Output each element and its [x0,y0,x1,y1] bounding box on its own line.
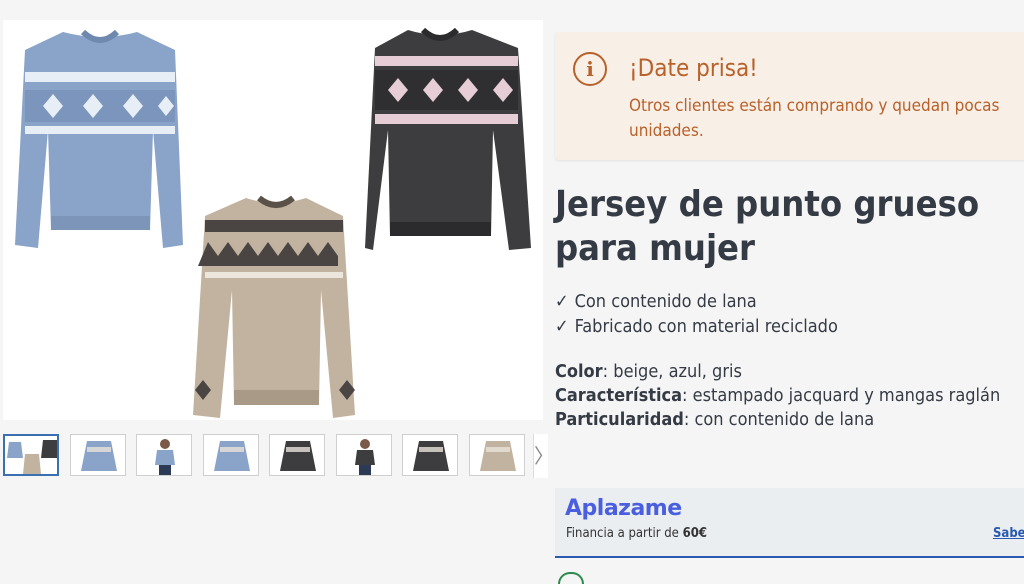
info-icon: i [573,52,607,86]
alert-text: Otros clientes están comprando y quedan … [629,96,1000,141]
spec-label: Característica [555,385,683,406]
spec-value: estampado jacquard y mangas raglán [692,385,1001,406]
thumb-group[interactable] [3,434,59,476]
learn-more-link[interactable]: Saber [993,526,1024,541]
thumb-blue-sweater[interactable] [69,434,126,476]
spec-particularity: Particularidad: con contenido de lana [555,409,875,430]
leaf-icon [558,572,584,584]
financing-amount: 60€ [682,526,707,541]
blue-sweater-image [15,29,183,248]
stock-alert: i ¡Date prisa! Otros clientes están comp… [555,32,1024,160]
feature-text: Fabricado con material reciclado [574,316,838,337]
thumb-blue-sweater-2[interactable] [202,434,259,476]
thumbnail-strip [3,434,543,478]
next-thumbnails-button[interactable]: 〉 [533,434,554,478]
spec-feature: Característica: estampado jacquard y man… [555,385,1001,406]
spec-color: Color: beige, azul, gris [555,361,742,382]
financing-text: Financia a partir de 60€ [566,526,707,541]
check-icon: ✓ [555,316,569,337]
spec-value: con contenido de lana [694,409,875,430]
thumb-dark-sweater[interactable] [269,434,325,476]
spec-label: Particularidad [555,409,684,430]
product-title: Jersey de punto grueso para mujer [555,184,980,269]
product-specs: Color: beige, azul, gris Característica:… [555,360,1000,432]
feature-item: ✓ Fabricado con material reciclado [555,314,838,339]
product-main-image[interactable] [3,20,543,420]
thumb-beige-sweater[interactable] [468,434,525,476]
spec-value: beige, azul, gris [613,361,742,382]
alert-title: ¡Date prisa! [629,54,758,82]
financing-prefix: Financia a partir de [566,526,683,541]
thumb-dark-sweater-2[interactable] [402,434,458,476]
spec-label: Color [555,361,603,382]
dark-sweater-image [365,27,531,250]
thumb-model-blue[interactable] [136,434,192,476]
check-icon: ✓ [555,291,569,312]
feature-item: ✓ Con contenido de lana [555,289,838,314]
feature-list: ✓ Con contenido de lana ✓ Fabricado con ma… [555,289,838,339]
financing-box: Aplazame Financia a partir de 60€ Saber [555,488,1024,558]
feature-text: Con contenido de lana [574,291,757,312]
aplazame-logo: Aplazame [565,496,682,521]
thumb-model-dark[interactable] [335,434,392,476]
beige-sweater-image [193,195,355,418]
